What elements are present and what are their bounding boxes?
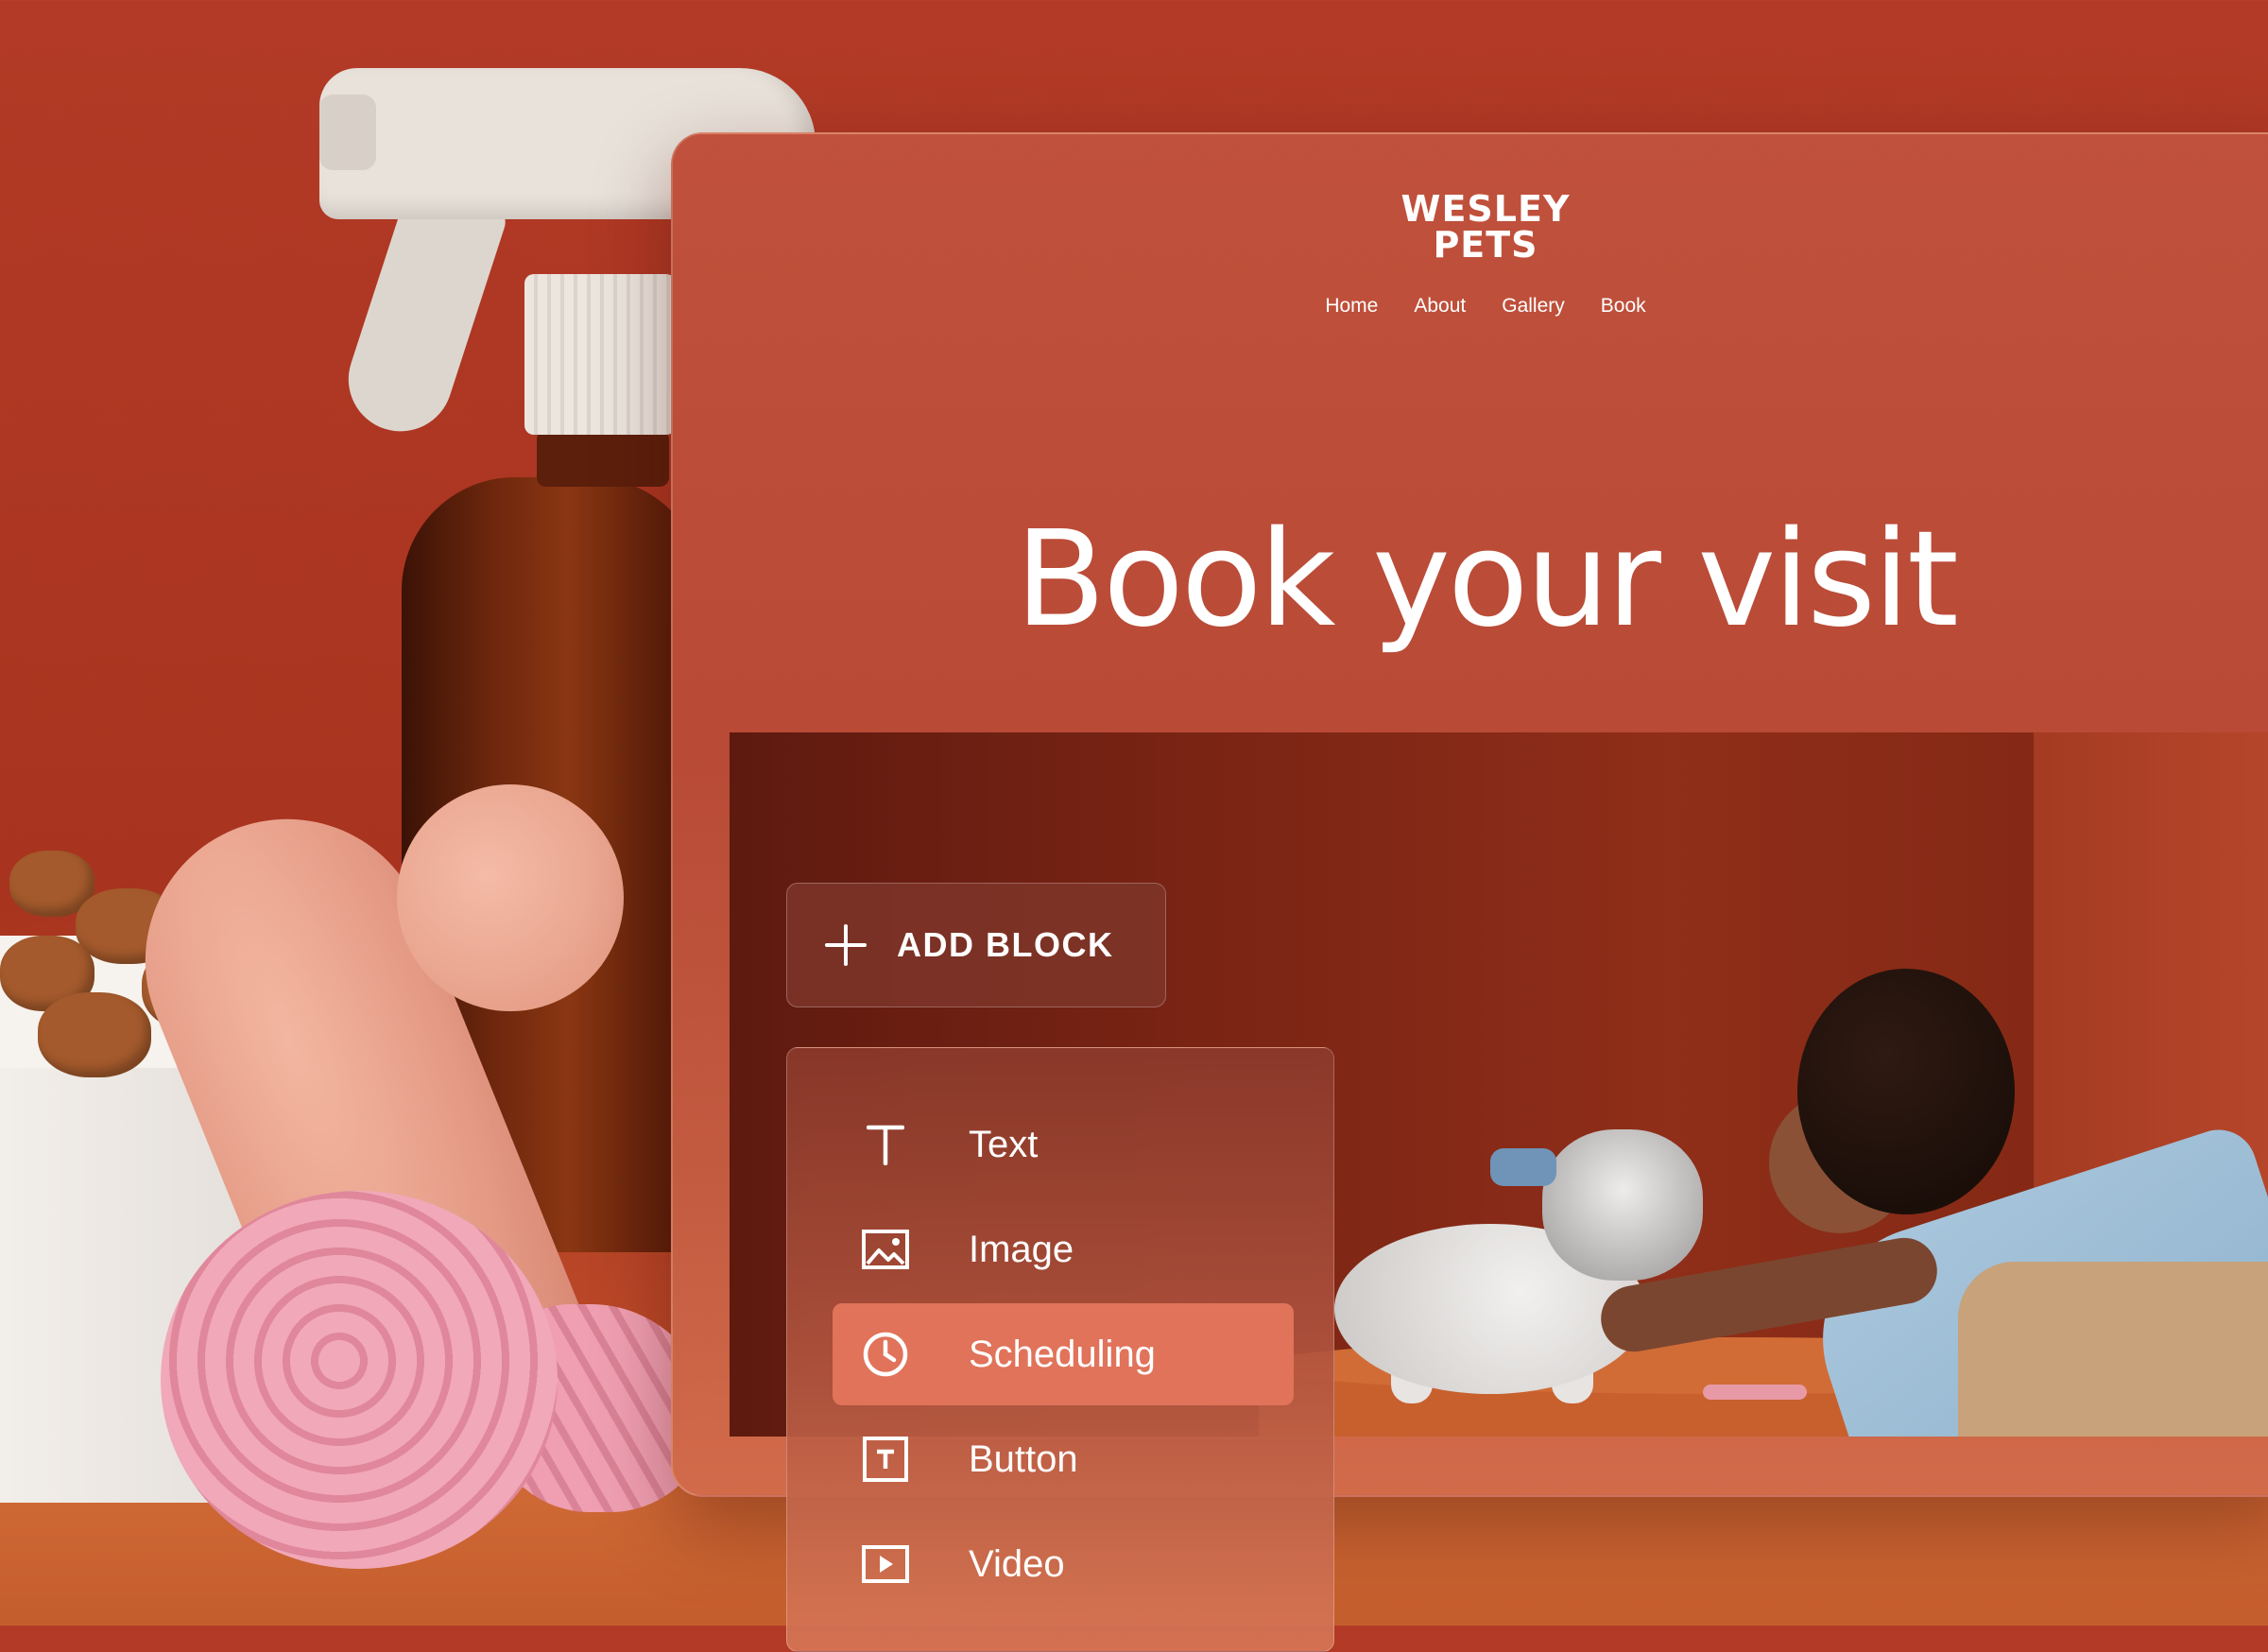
kibble [38, 992, 151, 1077]
nav-book[interactable]: Book [1601, 295, 1646, 318]
logo-line-2: PETS [1433, 224, 1538, 266]
menu-item-scheduling[interactable]: Scheduling [833, 1303, 1294, 1405]
menu-item-label: Image [969, 1228, 1074, 1270]
grooming-brush [1490, 1148, 1556, 1186]
menu-item-video[interactable]: Video [833, 1513, 1294, 1615]
groomer-apron [1958, 1262, 2268, 1437]
menu-item-label: Button [969, 1437, 1078, 1480]
nav-gallery[interactable]: Gallery [1502, 295, 1565, 318]
plus-icon [825, 924, 867, 966]
small-chew-toy [1703, 1385, 1807, 1400]
block-type-menu: Text Image Scheduling Button Video [786, 1047, 1334, 1652]
rope-ball-toy [161, 1191, 558, 1569]
site-nav: Home About Gallery Book [673, 295, 2268, 318]
menu-item-label: Text [969, 1123, 1039, 1165]
menu-item-text[interactable]: Text [833, 1093, 1294, 1196]
menu-item-image[interactable]: Image [833, 1198, 1294, 1300]
add-block-button[interactable]: ADD BLOCK [786, 883, 1166, 1007]
menu-item-label: Video [969, 1542, 1065, 1585]
spray-nozzle [319, 95, 376, 170]
groomer-hair [1797, 969, 2015, 1214]
nav-home[interactable]: Home [1325, 295, 1378, 318]
text-icon [861, 1120, 910, 1169]
video-icon [861, 1540, 910, 1589]
image-icon [861, 1225, 910, 1274]
logo-line-1: WESLEY [1400, 188, 1571, 230]
felt-bone-end [397, 784, 624, 1011]
site-logo[interactable]: WESLEY PETS [673, 191, 2268, 263]
hero-title[interactable]: Book your visit [673, 503, 2268, 657]
spray-cap [524, 274, 676, 435]
menu-item-label: Scheduling [969, 1333, 1156, 1375]
nav-about[interactable]: About [1414, 295, 1466, 318]
menu-item-button[interactable]: Button [833, 1408, 1294, 1510]
bottle-neck [537, 430, 669, 487]
dog-head [1542, 1129, 1703, 1281]
add-block-label: ADD BLOCK [897, 925, 1114, 964]
button-icon [861, 1435, 910, 1484]
clock-icon [861, 1330, 910, 1379]
